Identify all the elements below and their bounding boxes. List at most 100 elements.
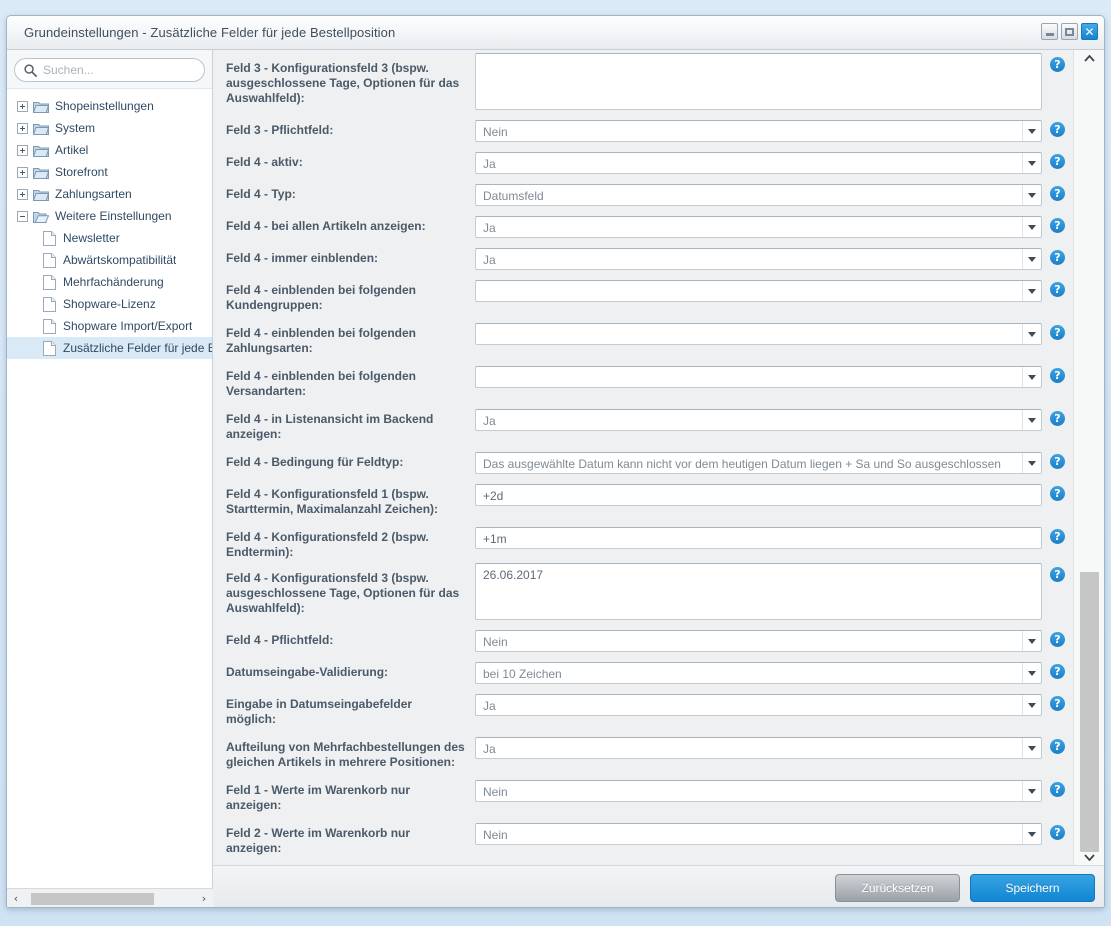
select-field[interactable]: bei 10 Zeichen: [475, 662, 1042, 684]
text-field[interactable]: +2d: [475, 484, 1042, 506]
help-icon[interactable]: ?: [1050, 368, 1065, 383]
select-field[interactable]: Ja: [475, 737, 1042, 759]
select-field[interactable]: Nein: [475, 823, 1042, 845]
field-value: +1m: [483, 532, 507, 546]
hscroll-thumb[interactable]: [31, 892, 154, 905]
help-icon[interactable]: ?: [1050, 739, 1065, 754]
chevron-down-icon[interactable]: [1022, 217, 1041, 237]
chevron-down-icon[interactable]: [1022, 249, 1041, 269]
select-field[interactable]: Ja: [475, 248, 1042, 270]
sidebar-item-5[interactable]: Weitere Einstellungen: [7, 205, 212, 227]
help-icon[interactable]: ?: [1050, 154, 1065, 169]
select-field[interactable]: [475, 280, 1042, 302]
help-icon[interactable]: ?: [1050, 664, 1065, 679]
chevron-down-icon[interactable]: [1022, 281, 1041, 301]
chevron-down-icon[interactable]: [1022, 153, 1041, 173]
save-button[interactable]: Speichern: [970, 874, 1095, 902]
sidebar-item-9[interactable]: Shopware-Lizenz: [7, 293, 212, 315]
help-icon[interactable]: ?: [1050, 57, 1065, 72]
expand-toggle-icon[interactable]: [17, 144, 28, 156]
chevron-down-icon[interactable]: [1022, 185, 1041, 205]
chevron-down-icon[interactable]: [1022, 738, 1041, 758]
help-icon[interactable]: ?: [1050, 782, 1065, 797]
select-field[interactable]: Ja: [475, 694, 1042, 716]
help-cell: ?: [1042, 57, 1073, 72]
form-row: Feld 4 - einblenden bei folgenden Zahlun…: [213, 313, 1073, 356]
sidebar-item-2[interactable]: Artikel: [7, 139, 212, 161]
search-input[interactable]: Suchen...: [14, 58, 205, 82]
sidebar-item-6[interactable]: Newsletter: [7, 227, 212, 249]
help-icon[interactable]: ?: [1050, 696, 1065, 711]
chevron-down-icon[interactable]: [1022, 367, 1041, 387]
chevron-down-icon[interactable]: [1022, 453, 1041, 473]
textarea-field[interactable]: 26.06.2017: [475, 563, 1042, 620]
expand-toggle-icon[interactable]: [17, 188, 28, 200]
expand-toggle-icon[interactable]: [17, 166, 28, 178]
chevron-down-icon[interactable]: [1022, 781, 1041, 801]
field-label: Feld 4 - bei allen Artikeln anzeigen:: [226, 219, 426, 233]
chevron-down-icon[interactable]: [1022, 121, 1041, 141]
help-icon[interactable]: ?: [1050, 632, 1065, 647]
help-icon[interactable]: ?: [1050, 325, 1065, 340]
select-field[interactable]: Ja: [475, 409, 1042, 431]
help-icon[interactable]: ?: [1050, 454, 1065, 469]
collapse-toggle-icon[interactable]: [17, 210, 28, 222]
help-icon[interactable]: ?: [1050, 529, 1065, 544]
help-icon[interactable]: ?: [1050, 250, 1065, 265]
select-field[interactable]: [475, 366, 1042, 388]
vscroll-thumb[interactable]: [1080, 572, 1099, 852]
select-field[interactable]: Nein: [475, 630, 1042, 652]
scroll-left-arrow-icon[interactable]: ‹: [7, 890, 25, 908]
field-value: Ja: [483, 742, 496, 756]
chevron-down-icon[interactable]: [1022, 663, 1041, 683]
form-row: Feld 4 - einblenden bei folgenden Versan…: [213, 356, 1073, 399]
select-field[interactable]: [475, 323, 1042, 345]
scroll-down-arrow-icon[interactable]: [1074, 849, 1104, 865]
close-button[interactable]: ✕: [1081, 23, 1098, 40]
chevron-down-icon[interactable]: [1022, 824, 1041, 844]
scroll-up-arrow-icon[interactable]: [1074, 50, 1104, 66]
select-field[interactable]: Das ausgewählte Datum kann nicht vor dem…: [475, 452, 1042, 474]
help-icon[interactable]: ?: [1050, 567, 1065, 582]
chevron-down-icon[interactable]: [1022, 410, 1041, 430]
maximize-button[interactable]: [1061, 23, 1078, 40]
sidebar-item-4[interactable]: Zahlungsarten: [7, 183, 212, 205]
minimize-button[interactable]: [1041, 23, 1058, 40]
reset-button[interactable]: Zurücksetzen: [835, 874, 960, 902]
sidebar-item-7[interactable]: Abwärtskompatibilität: [7, 249, 212, 271]
sidebar-item-10[interactable]: Shopware Import/Export: [7, 315, 212, 337]
chevron-down-icon[interactable]: [1022, 324, 1041, 344]
hscroll-track[interactable]: [25, 892, 195, 906]
help-icon[interactable]: ?: [1050, 411, 1065, 426]
text-field[interactable]: +1m: [475, 527, 1042, 549]
select-field[interactable]: Ja: [475, 216, 1042, 238]
sidebar-item-3[interactable]: Storefront: [7, 161, 212, 183]
select-field[interactable]: Nein: [475, 780, 1042, 802]
form-vertical-scrollbar[interactable]: [1073, 50, 1104, 865]
sidebar-item-1[interactable]: System: [7, 117, 212, 139]
page-icon: [43, 318, 56, 334]
sidebar-horizontal-scrollbar[interactable]: ‹ ›: [7, 888, 213, 908]
chevron-down-icon[interactable]: [1022, 631, 1041, 651]
chevron-down-icon[interactable]: [1022, 695, 1041, 715]
help-icon[interactable]: ?: [1050, 282, 1065, 297]
form-row: Feld 4 - in Listenansicht im Backend anz…: [213, 399, 1073, 442]
help-icon[interactable]: ?: [1050, 186, 1065, 201]
sidebar-item-8[interactable]: Mehrfachänderung: [7, 271, 212, 293]
select-field[interactable]: Ja: [475, 152, 1042, 174]
textarea-field[interactable]: [475, 53, 1042, 110]
sidebar-item-0[interactable]: Shopeinstellungen: [7, 95, 212, 117]
select-field[interactable]: Nein: [475, 120, 1042, 142]
sidebar-item-label: System: [55, 121, 96, 135]
help-icon[interactable]: ?: [1050, 486, 1065, 501]
help-icon[interactable]: ?: [1050, 825, 1065, 840]
sidebar-item-label: Newsletter: [63, 231, 120, 245]
form-scroll-area: Feld 3 - Konfigurationsfeld 3 (bspw. aus…: [213, 50, 1073, 865]
select-field[interactable]: Datumsfeld: [475, 184, 1042, 206]
scroll-right-arrow-icon[interactable]: ›: [195, 890, 213, 908]
sidebar-item-11[interactable]: Zusätzliche Felder für jede Bestellposit…: [7, 337, 212, 359]
help-icon[interactable]: ?: [1050, 218, 1065, 233]
help-icon[interactable]: ?: [1050, 122, 1065, 137]
expand-toggle-icon[interactable]: [17, 122, 28, 134]
expand-toggle-icon[interactable]: [17, 100, 28, 112]
